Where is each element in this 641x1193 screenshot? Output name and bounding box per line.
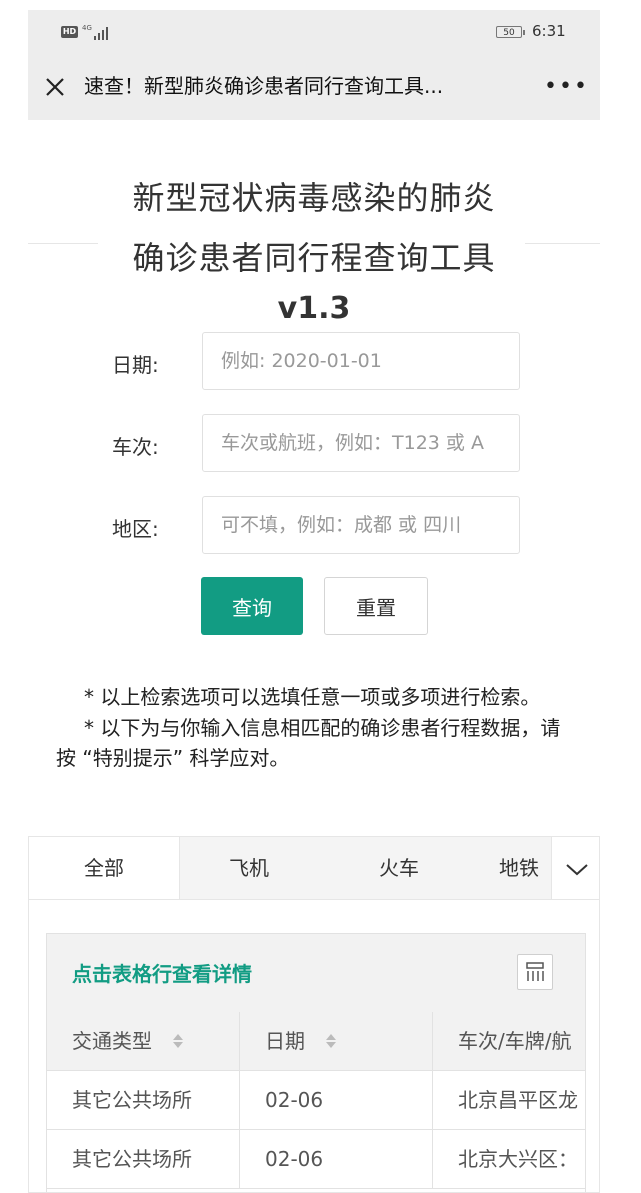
phone-screen: HD 4G 50 6:31 速查！新型肺炎确诊患者同行查询工具... ••• 新…: [28, 10, 600, 1193]
status-time: 6:31: [532, 22, 566, 40]
reset-button[interactable]: 重置: [324, 577, 428, 635]
sort-icon[interactable]: [172, 1032, 184, 1050]
area-label: 地区:: [112, 517, 159, 541]
table-row[interactable]: 其它公共场所 02-06 北京昌平区龙: [47, 1071, 585, 1130]
area-input[interactable]: [202, 496, 520, 554]
query-button[interactable]: 查询: [201, 577, 303, 635]
title-line-1: 新型冠状病毒感染的肺炎: [132, 179, 496, 217]
table-hint: 点击表格行查看详情: [72, 962, 252, 986]
more-options-icon[interactable]: •••: [544, 76, 589, 98]
note-1: * 以上检索选项可以选填任意一项或多项进行检索。: [84, 685, 541, 709]
date-row: 日期:: [28, 332, 600, 390]
battery-icon: 50: [496, 26, 525, 38]
date-label: 日期:: [112, 353, 159, 377]
table-toolbar: 点击表格行查看详情: [47, 934, 585, 1013]
nav-title: 速查！新型肺炎确诊患者同行查询工具...: [84, 74, 444, 98]
column-toggle-button[interactable]: [517, 954, 553, 990]
train-row: 车次:: [28, 414, 600, 472]
results-card: 全部 飞机 火车 地铁 点击表格行查看详情 交通类型 日期 车次/车牌/航 其它…: [28, 836, 600, 1193]
table-cell: 其它公共场所: [47, 1071, 240, 1130]
train-label: 车次:: [112, 435, 159, 459]
table-cell: 其它公共场所: [47, 1130, 240, 1189]
table-cell: 02-06: [240, 1130, 433, 1189]
close-icon[interactable]: [44, 76, 66, 98]
area-row: 地区:: [28, 496, 600, 554]
table-cell: 北京昌平区龙: [458, 1088, 578, 1112]
table-row[interactable]: 其它公共场所 02-06 北京大兴区：: [47, 1130, 585, 1189]
title-version: v1.3: [277, 291, 351, 326]
chevron-down-icon: [566, 864, 588, 876]
column-header-date[interactable]: 日期: [240, 1012, 433, 1071]
tab-plane[interactable]: 飞机: [179, 837, 319, 899]
column-header-label: 交通类型: [72, 1029, 152, 1053]
nav-bar: 速查！新型肺炎确诊患者同行查询工具... •••: [28, 52, 600, 120]
title-line-2: 确诊患者同行程查询工具: [132, 239, 496, 277]
tab-train[interactable]: 火车: [319, 837, 479, 899]
train-input[interactable]: [202, 414, 520, 472]
network-type-label: 4G: [82, 24, 92, 32]
signal-icon: 4G: [82, 24, 108, 40]
table-cell: 02-06: [240, 1071, 433, 1130]
tab-dropdown[interactable]: [551, 837, 599, 899]
status-bar: HD 4G 50 6:31: [28, 10, 600, 52]
table-header-row: 交通类型 日期 车次/车牌/航: [47, 1012, 585, 1071]
columns-icon: [526, 962, 544, 981]
date-input[interactable]: [202, 332, 520, 390]
column-header-label: 日期: [265, 1029, 305, 1053]
tab-all[interactable]: 全部: [29, 837, 180, 899]
tab-bar: 全部 飞机 火车 地铁: [29, 837, 599, 900]
note-2: * 以下为与你输入信息相匹配的确诊患者行程数据，请按 “特别提示” 科学应对。: [56, 716, 561, 770]
notes: * 以上检索选项可以选填任意一项或多项进行检索。 * 以下为与你输入信息相匹配的…: [56, 682, 576, 774]
results-table: 点击表格行查看详情 交通类型 日期 车次/车牌/航 其它公共场所 02-06 北…: [46, 933, 586, 1192]
hd-badge: HD: [61, 26, 78, 38]
table-cell: 北京大兴区：: [458, 1147, 578, 1171]
page-title: 新型冠状病毒感染的肺炎 确诊患者同行程查询工具 v1.3: [28, 168, 600, 330]
column-header-type[interactable]: 交通类型: [47, 1012, 240, 1071]
sort-icon[interactable]: [325, 1032, 337, 1050]
column-header-number[interactable]: 车次/车牌/航: [433, 1012, 585, 1071]
